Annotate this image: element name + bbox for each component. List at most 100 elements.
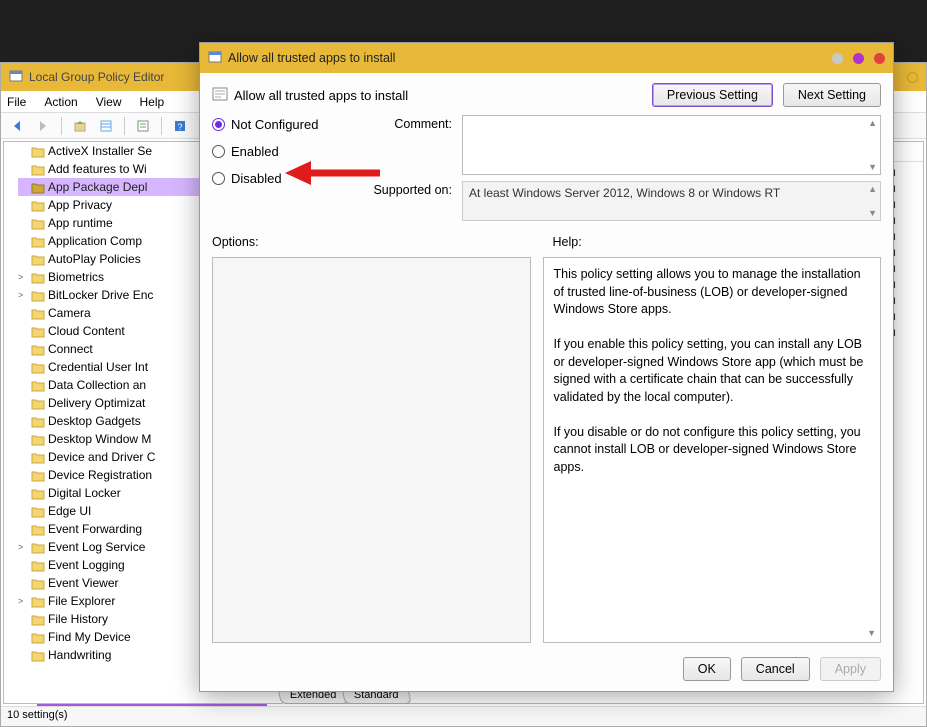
folder-icon [31, 577, 45, 589]
folder-icon [31, 289, 45, 301]
menu-view[interactable]: View [96, 95, 122, 109]
tree-item-label: Device Registration [48, 466, 152, 484]
folder-icon [31, 145, 45, 157]
chevron-right-icon[interactable]: > [18, 268, 28, 286]
window-control-max[interactable] [853, 53, 864, 64]
tree-item-label: Application Comp [48, 232, 142, 250]
dialog-title-text: Allow all trusted apps to install [228, 51, 822, 65]
tree-item-label: Biometrics [48, 268, 104, 286]
toolbar-separator [161, 117, 162, 135]
setting-title-icon [212, 86, 228, 105]
toolbar-properties-icon[interactable] [133, 116, 153, 136]
folder-icon [31, 415, 45, 427]
folder-icon [31, 613, 45, 625]
supported-on-text: At least Windows Server 2012, Windows 8 … [469, 186, 780, 200]
toolbar-up-icon[interactable] [70, 116, 90, 136]
folder-icon [31, 487, 45, 499]
scroll-up-icon[interactable]: ▲ [868, 118, 877, 128]
folder-icon [31, 325, 45, 337]
folder-icon [31, 649, 45, 661]
gpedit-title-icon [9, 69, 23, 86]
tree-item-label: Handwriting [48, 646, 111, 664]
tree-item-label: Digital Locker [48, 484, 121, 502]
ok-button[interactable]: OK [683, 657, 731, 681]
tree-item-label: File Explorer [48, 592, 115, 610]
help-panel: This policy setting allows you to manage… [543, 257, 882, 643]
help-paragraph: If you disable or do not configure this … [554, 424, 871, 477]
toolbar-help-icon[interactable]: ? [170, 116, 190, 136]
radio-disabled-label: Disabled [231, 171, 282, 186]
tree-item-label: Event Log Service [48, 538, 145, 556]
window-control-close[interactable] [874, 53, 885, 64]
comment-label: Comment: [362, 115, 452, 175]
cancel-button[interactable]: Cancel [741, 657, 810, 681]
folder-icon [31, 595, 45, 607]
radio-enabled[interactable]: Enabled [212, 144, 342, 159]
radio-not-configured-label: Not Configured [231, 117, 318, 132]
tree-item-label: AutoPlay Policies [48, 250, 141, 268]
tree-item-label: ActiveX Installer Se [48, 142, 152, 160]
tree-item-label: Event Forwarding [48, 520, 142, 538]
svg-text:?: ? [177, 122, 182, 132]
chevron-right-icon[interactable]: > [18, 538, 28, 556]
apply-button[interactable]: Apply [820, 657, 881, 681]
window-control-min[interactable] [832, 53, 843, 64]
menu-action[interactable]: Action [44, 95, 77, 109]
options-panel [212, 257, 531, 643]
scroll-down-icon[interactable]: ▼ [867, 627, 876, 640]
status-bar: 10 setting(s) [1, 706, 926, 726]
tree-item-label: Desktop Gadgets [48, 412, 141, 430]
chevron-right-icon[interactable]: > [18, 286, 28, 304]
folder-icon [31, 361, 45, 373]
tree-item-label: Data Collection an [48, 376, 146, 394]
toolbar-list-icon[interactable] [96, 116, 116, 136]
folder-icon [31, 271, 45, 283]
menu-help[interactable]: Help [140, 95, 165, 109]
previous-setting-button[interactable]: Previous Setting [652, 83, 773, 107]
folder-icon [31, 307, 45, 319]
radio-not-configured[interactable]: Not Configured [212, 117, 342, 132]
toolbar-separator [124, 117, 125, 135]
policy-setting-dialog: Allow all trusted apps to install Allow … [199, 42, 894, 692]
toolbar-back-icon[interactable] [7, 116, 27, 136]
radio-disabled[interactable]: Disabled [212, 171, 342, 186]
supported-on-label: Supported on: [362, 181, 452, 221]
folder-icon [31, 541, 45, 553]
window-dot[interactable] [907, 72, 918, 83]
supported-on-box: At least Windows Server 2012, Windows 8 … [462, 181, 881, 221]
folder-icon [31, 235, 45, 247]
chevron-right-icon[interactable]: > [18, 592, 28, 610]
options-label: Options: [212, 235, 541, 249]
dialog-body: Allow all trusted apps to install Previo… [200, 73, 893, 691]
folder-icon [31, 163, 45, 175]
dialog-title-icon [208, 50, 222, 67]
folder-icon [31, 217, 45, 229]
tree-item-label: App Privacy [48, 196, 112, 214]
scroll-up-icon[interactable]: ▲ [868, 184, 877, 194]
toolbar-forward-icon[interactable] [33, 116, 53, 136]
folder-icon [31, 181, 45, 193]
folder-icon [31, 343, 45, 355]
tree-item-label: Find My Device [48, 628, 131, 646]
tree-item-label: Connect [48, 340, 93, 358]
scroll-down-icon[interactable]: ▼ [868, 208, 877, 218]
folder-icon [31, 559, 45, 571]
tree-item-label: Add features to Wi [48, 160, 147, 178]
tree-item-label: BitLocker Drive Enc [48, 286, 153, 304]
help-paragraph: If you enable this policy setting, you c… [554, 336, 871, 406]
menu-file[interactable]: File [7, 95, 26, 109]
folder-icon [31, 433, 45, 445]
tree-item-label: Camera [48, 304, 91, 322]
folder-icon [31, 505, 45, 517]
dialog-titlebar[interactable]: Allow all trusted apps to install [200, 43, 893, 73]
scroll-down-icon[interactable]: ▼ [868, 162, 877, 172]
folder-icon [31, 523, 45, 535]
folder-icon [31, 253, 45, 265]
next-setting-button[interactable]: Next Setting [783, 83, 881, 107]
tree-scrollbar[interactable] [37, 704, 267, 706]
folder-icon [31, 469, 45, 481]
comment-textarea[interactable]: ▲ ▼ [462, 115, 881, 175]
folder-icon [31, 397, 45, 409]
tree-item-label: Device and Driver C [48, 448, 155, 466]
tree-item-label: Event Logging [48, 556, 125, 574]
